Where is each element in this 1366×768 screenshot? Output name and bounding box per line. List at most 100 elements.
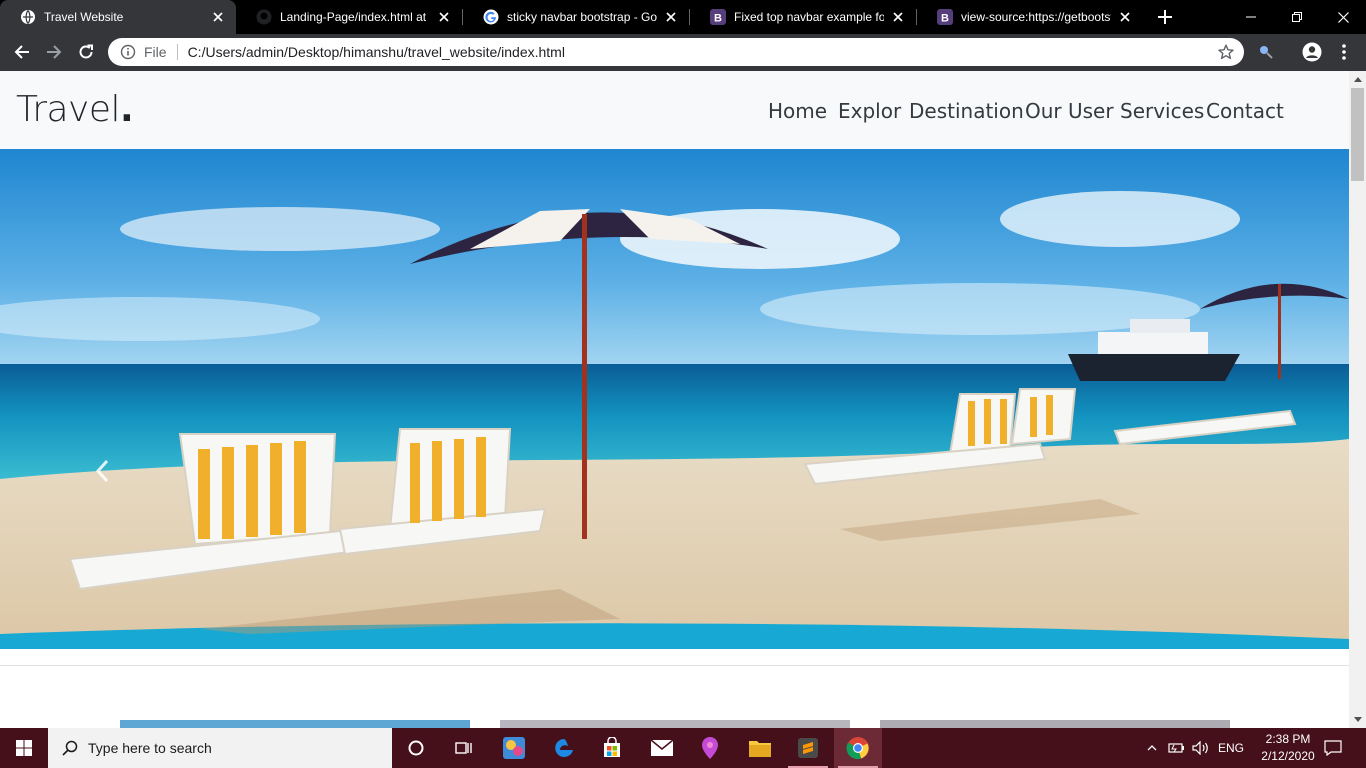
taskbar-app-chrome[interactable] (834, 728, 882, 768)
bookmark-star-icon[interactable] (1212, 38, 1240, 66)
new-tab-button[interactable] (1153, 5, 1177, 29)
minimize-button[interactable] (1228, 0, 1274, 34)
address-scheme-label: File (144, 44, 167, 60)
task-view-icon (455, 742, 472, 754)
taskbar-app-sublime-text[interactable] (784, 728, 832, 768)
github-icon (256, 9, 272, 25)
destination-card[interactable] (500, 720, 850, 728)
site-navbar: Travel. Home Explor Destination Our User… (0, 71, 1349, 149)
notifications-button[interactable] (1318, 728, 1348, 768)
volume-button[interactable] (1190, 728, 1212, 768)
reload-button[interactable] (72, 38, 100, 66)
nav-link-contact[interactable]: Contact (1206, 99, 1284, 123)
chevron-left-icon (95, 459, 109, 483)
menu-button[interactable] (1330, 38, 1358, 66)
taskbar-app-file-explorer[interactable] (736, 728, 784, 768)
svg-text:B: B (714, 13, 722, 25)
minimize-icon (1246, 16, 1256, 18)
page-viewport: Travel. Home Explor Destination Our User… (0, 71, 1366, 728)
browser-tab-strip: Travel Website Landing-Page/index.html a… (0, 0, 1366, 34)
forward-button[interactable] (40, 38, 68, 66)
nav-link-explor[interactable]: Explor (838, 99, 901, 123)
clock-time: 2:38 PM (1265, 732, 1311, 746)
battery-button[interactable] (1166, 728, 1188, 768)
restore-icon (1292, 12, 1302, 22)
section-divider (0, 665, 1349, 666)
vertical-scrollbar[interactable] (1349, 71, 1366, 728)
close-tab-icon[interactable] (210, 9, 226, 25)
arrow-left-icon (14, 45, 29, 59)
taskbar-app-mail[interactable] (638, 728, 686, 768)
language-indicator[interactable]: ENG (1214, 728, 1248, 768)
back-button[interactable] (8, 38, 36, 66)
action-center-icon (1324, 740, 1342, 756)
plus-icon (1158, 10, 1172, 24)
close-tab-icon[interactable] (890, 9, 906, 25)
speaker-icon (1192, 741, 1208, 755)
taskbar-app-edge[interactable] (540, 728, 588, 768)
clock-date: 2/12/2020 (1261, 749, 1315, 763)
destination-card[interactable] (120, 720, 470, 728)
map-pin-icon (702, 737, 718, 759)
brand-dot: . (120, 89, 134, 130)
nav-link-home[interactable]: Home (768, 99, 827, 123)
close-tab-icon[interactable] (436, 9, 452, 25)
tab-title: Travel Website (44, 10, 124, 24)
close-tab-icon[interactable] (663, 9, 679, 25)
battery-icon (1168, 743, 1184, 753)
beach-hero-image (0, 149, 1349, 649)
arrow-right-icon (47, 45, 62, 59)
restore-button[interactable] (1274, 0, 1320, 34)
scroll-up-arrow-icon[interactable] (1349, 71, 1366, 88)
candy-game-icon (503, 737, 525, 759)
site-brand[interactable]: Travel. (16, 89, 134, 130)
hero-carousel (0, 149, 1349, 649)
carousel-prev-button[interactable] (80, 449, 124, 493)
tab-title: Fixed top navbar example for B (734, 10, 884, 24)
chrome-browser-icon (846, 737, 869, 760)
close-window-button[interactable] (1320, 0, 1366, 34)
search-placeholder: Type here to search (88, 740, 212, 756)
profile-button[interactable] (1298, 38, 1326, 66)
folder-icon (749, 741, 771, 757)
bootstrap-icon: B (710, 9, 726, 25)
tab-view-source[interactable]: B view-source:https://getbootstr (917, 0, 1143, 34)
scroll-down-arrow-icon[interactable] (1349, 711, 1366, 728)
destination-card[interactable] (880, 720, 1230, 728)
bootstrap-icon: B (937, 9, 953, 25)
task-view-button[interactable] (440, 728, 488, 768)
taskbar-search-box[interactable]: Type here to search (48, 728, 392, 768)
kebab-menu-icon (1342, 44, 1346, 60)
close-tab-icon[interactable] (1117, 9, 1133, 25)
tab-landing-page[interactable]: Landing-Page/index.html at m (236, 0, 462, 34)
cortana-circle-icon (408, 740, 424, 756)
nav-link-destination[interactable]: Destination (909, 99, 1024, 123)
nav-link-our-user[interactable]: Our User (1025, 99, 1114, 123)
browser-toolbar: File C:/Users/admin/Desktop/himanshu/tra… (0, 34, 1366, 71)
close-icon (1337, 11, 1349, 23)
tab-fixed-top-navbar[interactable]: B Fixed top navbar example for B (690, 0, 916, 34)
show-hidden-icons-button[interactable] (1144, 728, 1160, 768)
tab-travel-website[interactable]: Travel Website (0, 0, 236, 34)
tab-title: sticky navbar bootstrap - Goog (507, 10, 657, 24)
search-icon (60, 738, 80, 758)
address-url[interactable]: C:/Users/admin/Desktop/himanshu/travel_w… (188, 44, 1212, 60)
address-divider (176, 44, 178, 60)
extension-button[interactable] (1252, 38, 1280, 66)
windows-logo-icon (16, 740, 32, 756)
address-bar[interactable]: File C:/Users/admin/Desktop/himanshu/tra… (108, 38, 1244, 66)
cortana-button[interactable] (392, 728, 440, 768)
taskbar-app-store[interactable] (588, 728, 636, 768)
start-button[interactable] (0, 728, 48, 768)
mail-icon (650, 739, 674, 756)
sublime-text-icon (798, 738, 818, 758)
taskbar-app-maps[interactable] (686, 728, 734, 768)
brand-text: Travel (16, 89, 121, 130)
scrollbar-thumb[interactable] (1351, 88, 1364, 181)
taskbar-clock[interactable]: 2:38 PM 2/12/2020 (1258, 731, 1318, 765)
taskbar-app-game[interactable] (490, 728, 538, 768)
tab-google-search[interactable]: sticky navbar bootstrap - Goog (463, 0, 689, 34)
nav-link-services[interactable]: Services (1120, 99, 1204, 123)
globe-icon (20, 9, 36, 25)
info-icon[interactable] (120, 44, 136, 60)
